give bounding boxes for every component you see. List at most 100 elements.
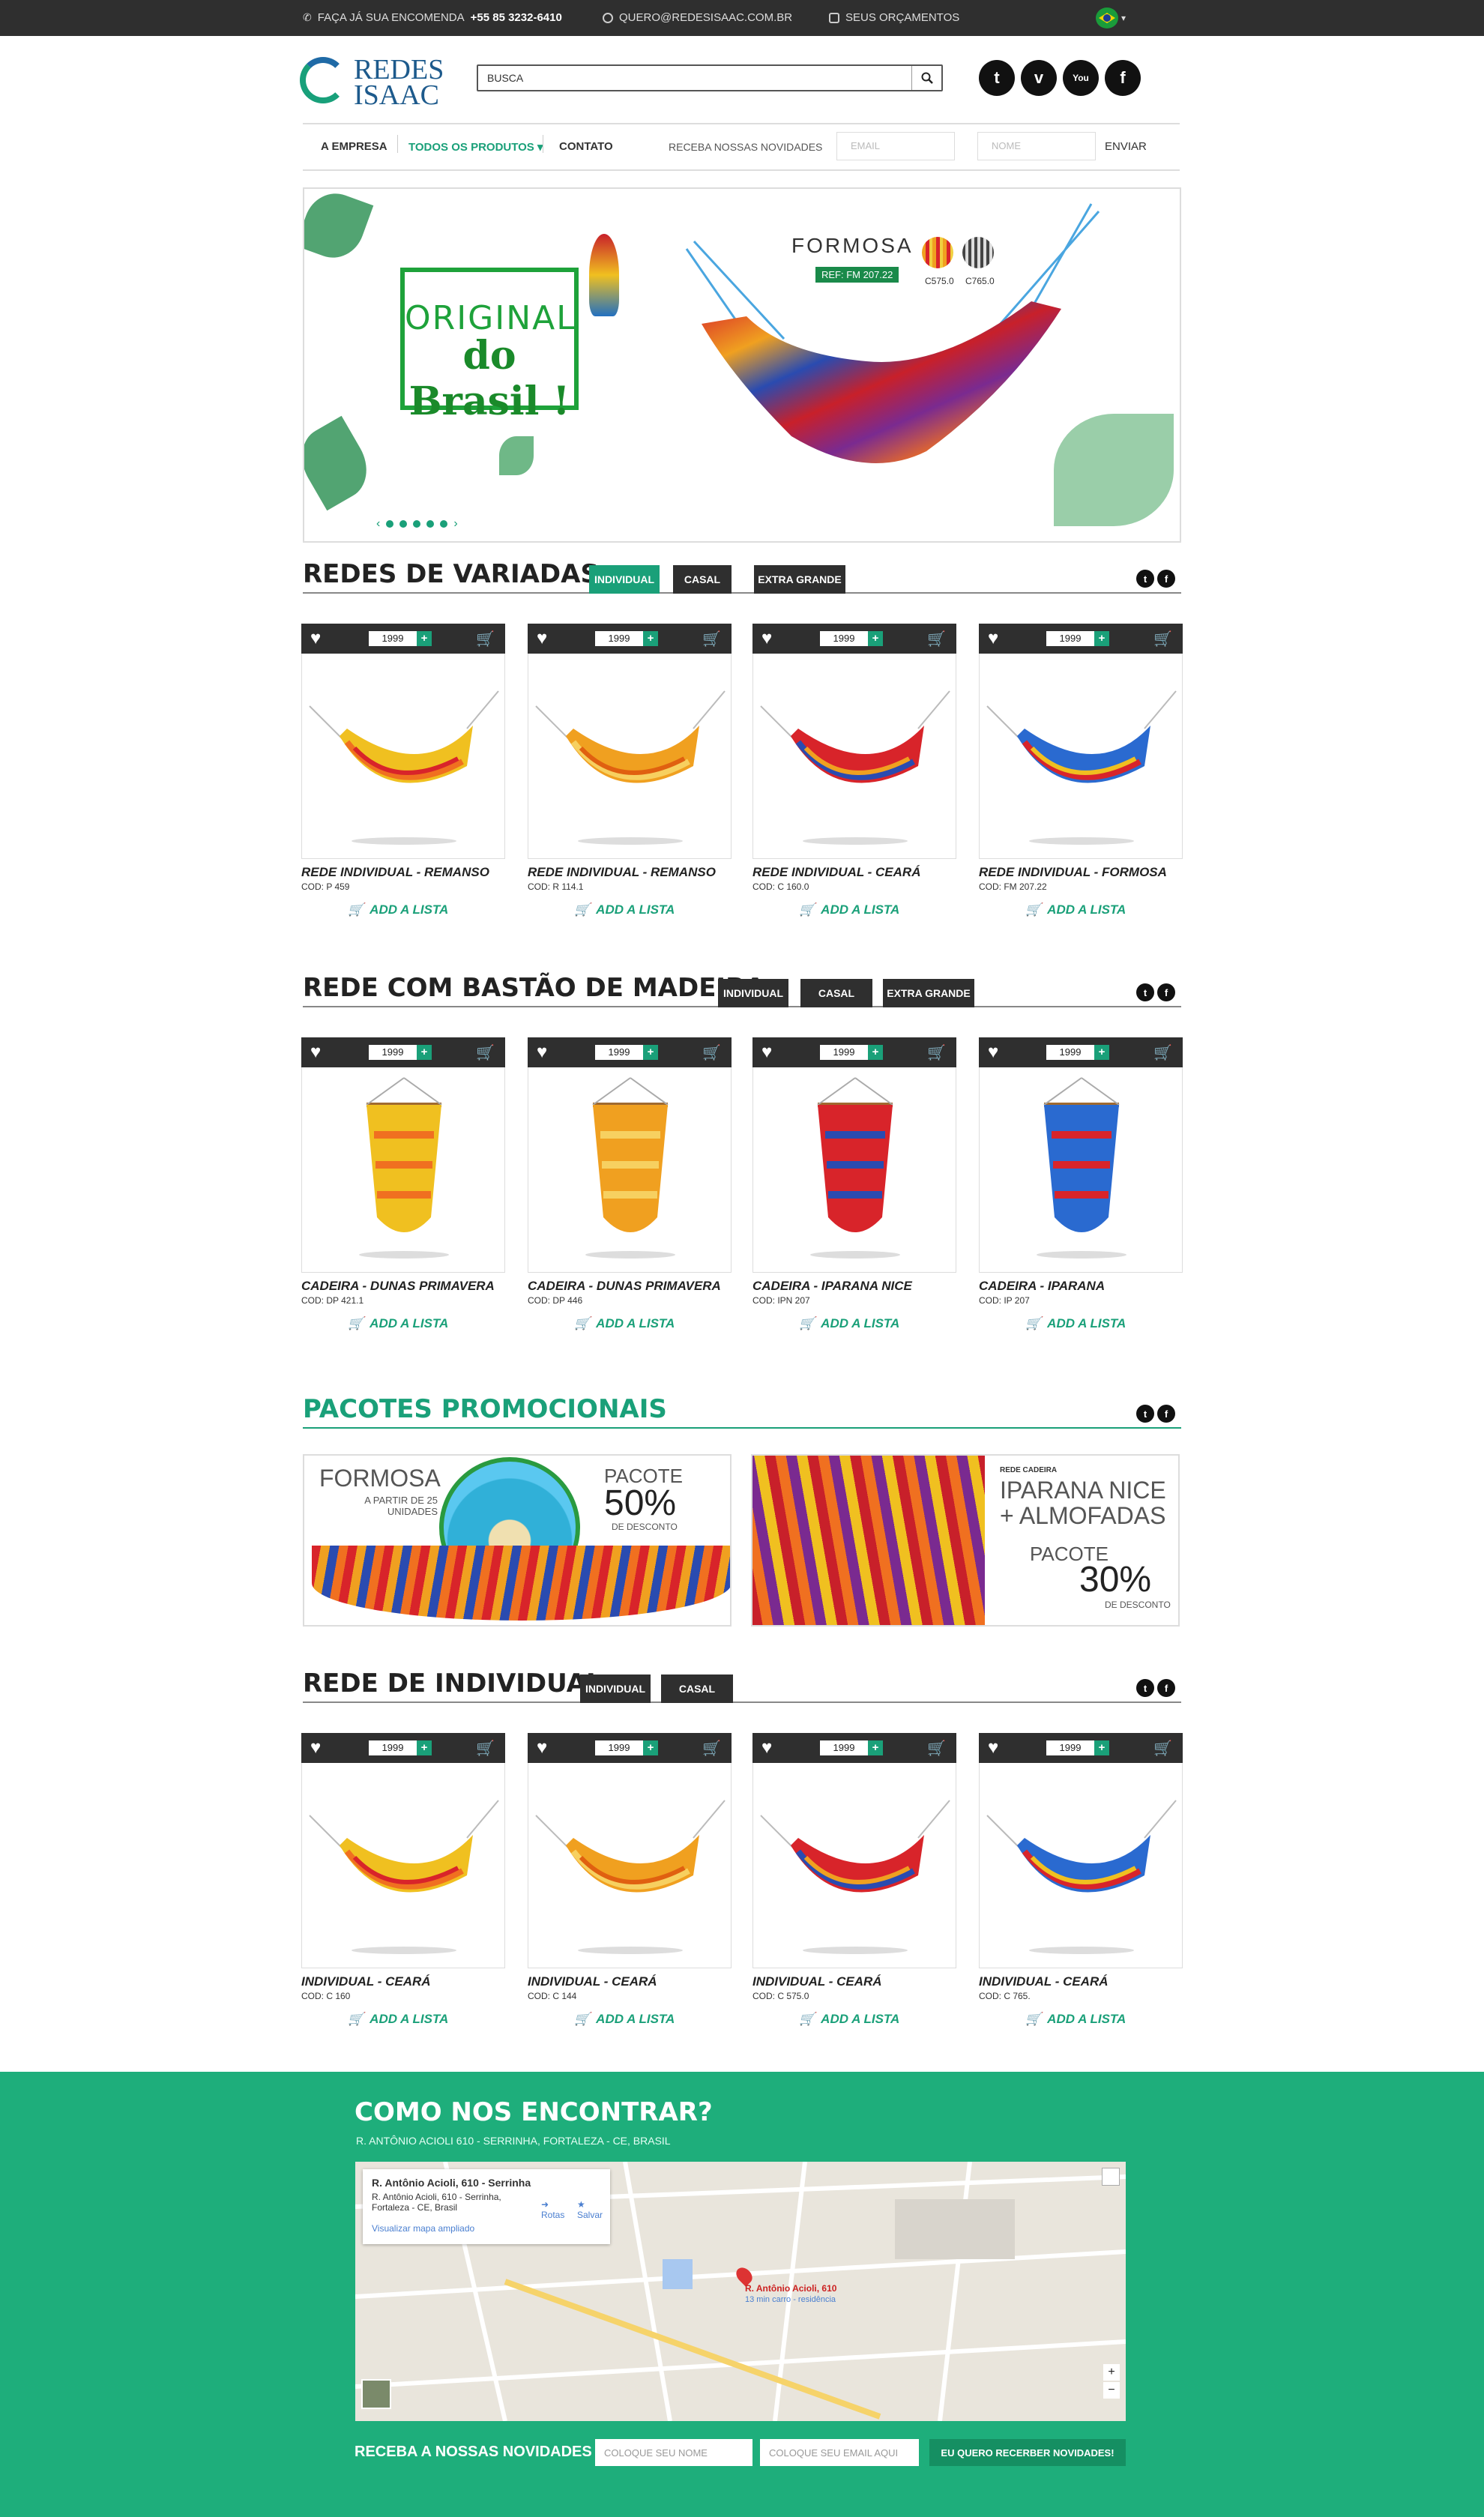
product-image[interactable] [979,1763,1183,1968]
zoom-out-button[interactable]: − [1103,2382,1120,2399]
product-image[interactable] [979,654,1183,859]
chevron-left-icon[interactable]: ‹ [376,517,380,531]
promo-iparana[interactable]: REDE CADEIRA IPARANA NICE + ALMOFADAS PA… [751,1454,1180,1627]
cart-icon[interactable]: 🛒 [927,630,946,648]
tab-casal[interactable]: CASAL [800,979,872,1007]
quotes-link[interactable]: SEUS ORÇAMENTOS [829,11,959,24]
add-to-list-button[interactable]: 🛒 ADD A LISTA [348,1316,448,1331]
phone-info[interactable]: ✆ FAÇA JÁ SUA ENCOMENDA +55 85 3232-6410 [303,11,562,24]
tab-extra-grande[interactable]: EXTRA GRANDE [883,979,974,1007]
map-routes-button[interactable]: ➜ Rotas [541,2199,564,2220]
product-card[interactable]: ♥ 1999 + 🛒 CADEIRA - IPARANA NICE COD: I… [752,1037,956,1352]
quantity-field[interactable]: 1999 [369,631,417,646]
product-image[interactable] [979,1067,1183,1273]
plus-button[interactable]: + [643,1740,658,1755]
cart-icon[interactable]: 🛒 [476,1739,495,1758]
quantity-field[interactable]: 1999 [369,1740,417,1755]
product-card[interactable]: ♥ 1999 + 🛒 REDE INDIVIDUAL - REMANSO COD… [301,624,505,938]
search-input[interactable]: BUSCA [477,64,943,91]
product-name[interactable]: INDIVIDUAL - CEARÁ [301,1974,431,1989]
youtube-icon[interactable]: You [1063,60,1099,96]
tab-casal[interactable]: CASAL [661,1675,733,1703]
satellite-toggle[interactable] [361,2379,391,2409]
plus-button[interactable]: + [1094,1740,1109,1755]
heart-icon[interactable]: ♥ [537,1737,547,1758]
add-to-list-button[interactable]: 🛒 ADD A LISTA [1025,2012,1126,2027]
tab-individual[interactable]: INDIVIDUAL [589,565,660,594]
product-name[interactable]: CADEIRA - DUNAS PRIMAVERA [528,1279,721,1294]
product-card[interactable]: ♥ 1999 + 🛒 CADEIRA - DUNAS PRIMAVERA COD… [301,1037,505,1352]
quantity-field[interactable]: 1999 [820,631,868,646]
twitter-icon[interactable]: t [1136,1679,1154,1697]
heart-icon[interactable]: ♥ [537,1042,547,1063]
heart-icon[interactable]: ♥ [988,628,998,649]
carousel-dot[interactable] [426,520,435,528]
quantity-field[interactable]: 1999 [1046,631,1094,646]
add-to-list-button[interactable]: 🛒 ADD A LISTA [1025,1316,1126,1331]
add-to-list-button[interactable]: 🛒 ADD A LISTA [574,2012,675,2027]
tab-casal[interactable]: CASAL [673,565,732,594]
product-image[interactable] [752,654,956,859]
zoom-in-button[interactable]: + [1103,2364,1120,2381]
facebook-icon[interactable]: f [1157,1679,1175,1697]
product-name[interactable]: CADEIRA - DUNAS PRIMAVERA [301,1279,495,1294]
vimeo-icon[interactable]: v [1021,60,1057,96]
nav-send-button[interactable]: ENVIAR [1105,140,1147,153]
cart-icon[interactable]: 🛒 [1153,1043,1172,1062]
location-map[interactable]: R. Antônio Acioli, 610 - Serrinha R. Ant… [355,2162,1126,2421]
footer-email-field[interactable]: COLOQUE SEU EMAIL AQUI [760,2439,919,2466]
heart-icon[interactable]: ♥ [761,1737,772,1758]
map-enlarge-link[interactable]: Visualizar mapa ampliado [372,2223,601,2234]
nav-products[interactable]: TODOS OS PRODUTOS ▾ [408,140,543,154]
plus-button[interactable]: + [1094,1045,1109,1060]
cart-icon[interactable]: 🛒 [476,630,495,648]
product-card[interactable]: ♥ 1999 + 🛒 REDE INDIVIDUAL - CEARÁ COD: … [752,624,956,938]
facebook-icon[interactable]: f [1157,1405,1175,1423]
email-link[interactable]: QUERO@REDESISAAC.COM.BR [603,11,792,24]
cart-icon[interactable]: 🛒 [927,1043,946,1062]
plus-button[interactable]: + [643,631,658,646]
cart-icon[interactable]: 🛒 [702,1739,721,1758]
quantity-field[interactable]: 1999 [820,1740,868,1755]
heart-icon[interactable]: ♥ [310,1042,321,1063]
heart-icon[interactable]: ♥ [310,628,321,649]
promo-formosa[interactable]: FORMOSA A PARTIR DE 25 UNIDADES PACOTE 5… [303,1454,732,1627]
product-card[interactable]: ♥ 1999 + 🛒 CADEIRA - IPARANA COD: IP 207… [979,1037,1183,1352]
plus-button[interactable]: + [417,631,432,646]
logo[interactable]: REDES ISAAC [300,52,457,112]
swatch-striped[interactable] [962,237,994,268]
product-name[interactable]: REDE INDIVIDUAL - CEARÁ [752,865,920,880]
product-card[interactable]: ♥ 1999 + 🛒 INDIVIDUAL - CEARÁ COD: C 144… [528,1733,732,2048]
carousel-dot[interactable] [440,520,448,528]
heart-icon[interactable]: ♥ [537,628,547,649]
product-name[interactable]: CADEIRA - IPARANA NICE [752,1279,912,1294]
add-to-list-button[interactable]: 🛒 ADD A LISTA [574,902,675,917]
tab-individual[interactable]: INDIVIDUAL [580,1675,651,1703]
carousel-dot[interactable] [413,520,421,528]
brazil-flag-icon[interactable] [1096,7,1118,28]
cart-icon[interactable]: 🛒 [476,1043,495,1062]
quantity-field[interactable]: 1999 [595,1045,643,1060]
heart-icon[interactable]: ♥ [761,1042,772,1063]
cart-icon[interactable]: 🛒 [702,630,721,648]
footer-name-field[interactable]: COLOQUE SEU NOME [595,2439,752,2466]
product-name[interactable]: REDE INDIVIDUAL - REMANSO [301,865,489,880]
street-view-icon[interactable] [1102,2168,1120,2186]
add-to-list-button[interactable]: 🛒 ADD A LISTA [799,1316,899,1331]
twitter-icon[interactable]: t [1136,1405,1154,1423]
quantity-field[interactable]: 1999 [820,1045,868,1060]
tab-extra-grande[interactable]: EXTRA GRANDE [754,565,845,594]
product-card[interactable]: ♥ 1999 + 🛒 INDIVIDUAL - CEARÁ COD: C 160… [301,1733,505,2048]
facebook-icon[interactable]: f [1157,983,1175,1001]
plus-button[interactable]: + [417,1045,432,1060]
product-name[interactable]: REDE INDIVIDUAL - REMANSO [528,865,716,880]
search-button[interactable] [911,66,941,90]
footer-submit-button[interactable]: EU QUERO RECERBER NOVIDADES! [929,2439,1126,2466]
add-to-list-button[interactable]: 🛒 ADD A LISTA [348,902,448,917]
add-to-list-button[interactable]: 🛒 ADD A LISTA [799,902,899,917]
carousel-dots[interactable]: ‹ › [376,517,458,531]
product-card[interactable]: ♥ 1999 + 🛒 CADEIRA - DUNAS PRIMAVERA COD… [528,1037,732,1352]
quantity-field[interactable]: 1999 [595,631,643,646]
product-name[interactable]: REDE INDIVIDUAL - FORMOSA [979,865,1167,880]
product-card[interactable]: ♥ 1999 + 🛒 REDE INDIVIDUAL - REMANSO COD… [528,624,732,938]
